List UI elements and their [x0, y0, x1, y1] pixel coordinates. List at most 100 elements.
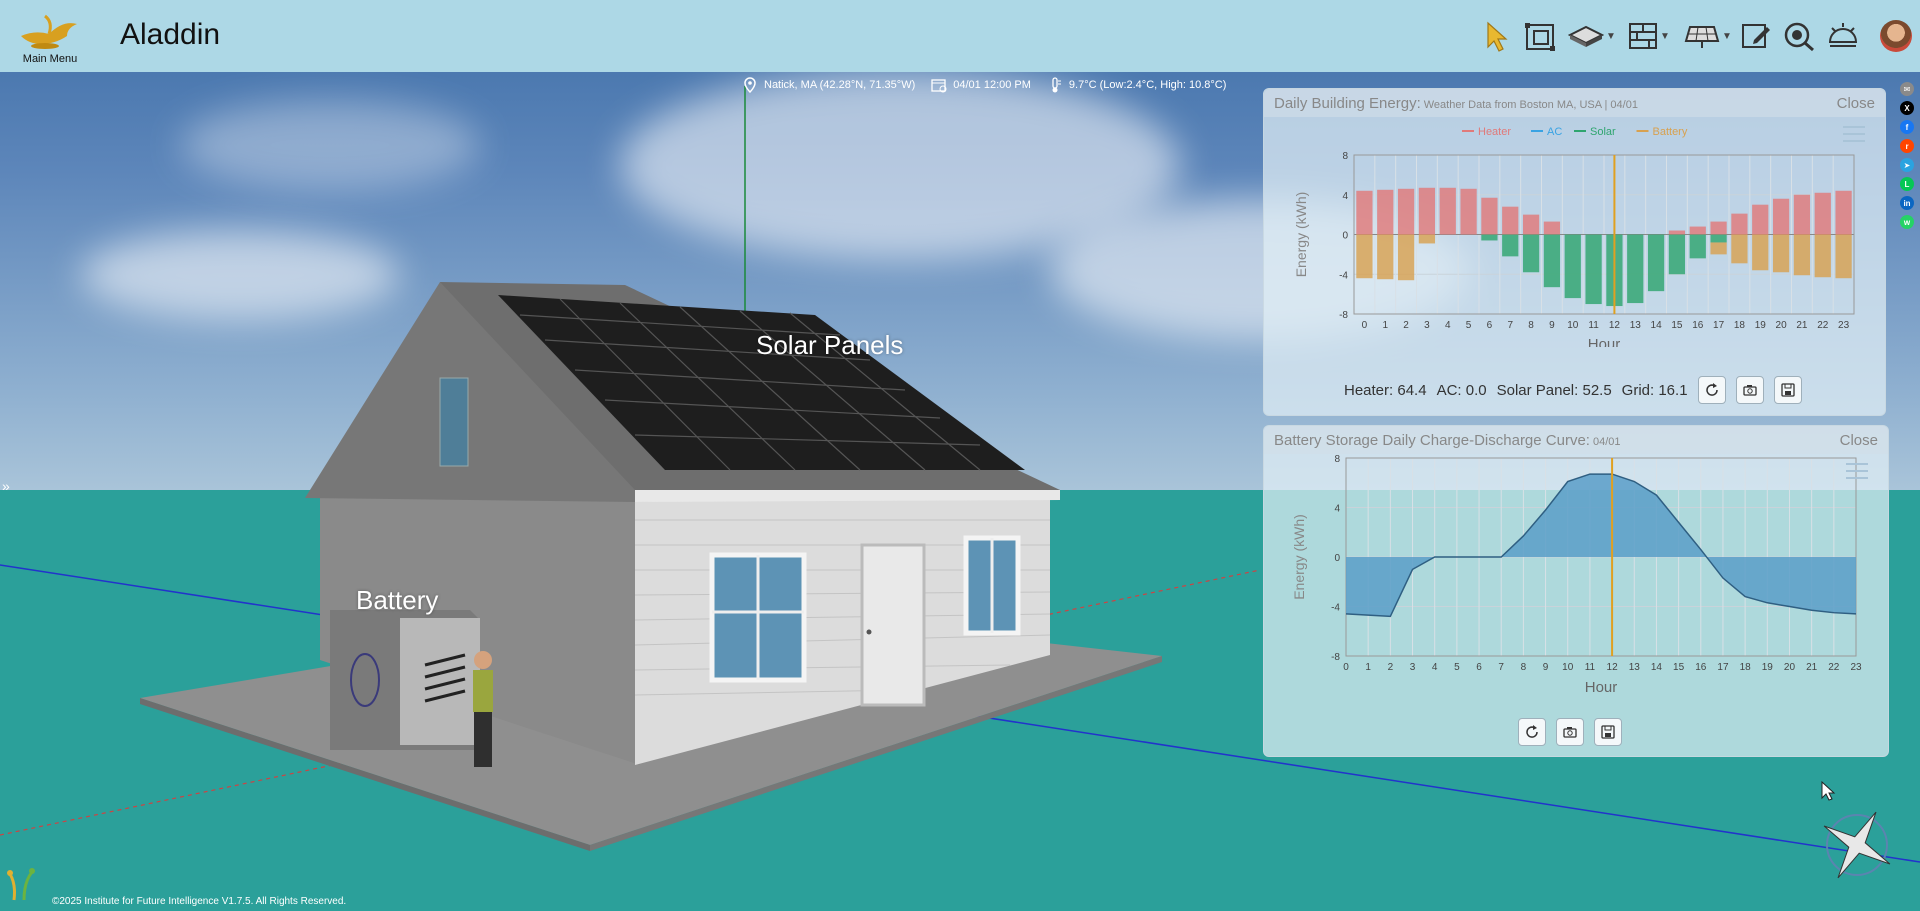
solar-panels-label: Solar Panels — [756, 330, 904, 360]
battery-side — [400, 618, 480, 745]
battery-label: Battery — [356, 585, 439, 615]
close-button[interactable]: Close — [1837, 95, 1875, 112]
refresh-button[interactable] — [1518, 718, 1546, 746]
x-tick-label: 17 — [1713, 320, 1725, 331]
screenshot-button[interactable] — [1735, 376, 1764, 404]
save-icon — [1601, 725, 1615, 739]
bar-battery — [1793, 234, 1811, 276]
email-share-icon[interactable]: ✉ — [1900, 82, 1914, 96]
temperature-text: 9.7°C (Low:2.4°C, High: 10.8°C) — [1068, 79, 1227, 91]
bar-heater — [1439, 187, 1456, 235]
x-tick-label: 20 — [1784, 662, 1796, 673]
x-tick-label: 6 — [1487, 320, 1493, 331]
refresh-icon — [1526, 725, 1538, 738]
main-menu-label: Main Menu — [22, 53, 78, 65]
ac-total: AC: 0.0 — [1436, 381, 1487, 399]
x-tick-label: 7 — [1498, 662, 1504, 673]
x-tick-label: 17 — [1717, 662, 1729, 673]
bar-heater — [1793, 194, 1811, 235]
x-tick-label: 6 — [1476, 662, 1482, 673]
facebook-share-icon[interactable]: f — [1900, 120, 1914, 134]
view-button[interactable] — [1782, 16, 1816, 56]
x-tick-label: 3 — [1410, 662, 1416, 673]
x-tick-label: 2 — [1403, 320, 1409, 331]
weather-button[interactable] — [1826, 16, 1860, 56]
resize-tool-button[interactable] — [1524, 16, 1558, 56]
y-tick-label: -4 — [1331, 603, 1340, 614]
edit-note-button[interactable] — [1740, 16, 1772, 56]
foundation-icon — [1568, 25, 1604, 47]
legend-menu-icon[interactable] — [1844, 460, 1870, 482]
select-tool-button[interactable] — [1482, 16, 1510, 56]
x-tick-label: 5 — [1454, 662, 1460, 673]
x-tick-label: 10 — [1567, 320, 1579, 331]
save-button[interactable] — [1594, 718, 1622, 746]
user-avatar[interactable] — [1880, 20, 1912, 52]
bar-heater — [1772, 198, 1790, 235]
legend-label: Battery — [1653, 126, 1688, 138]
refresh-button[interactable] — [1697, 376, 1726, 404]
bar-heater — [1522, 214, 1540, 235]
solar-panel-icon — [1684, 26, 1720, 48]
x-tick-label: 23 — [1838, 320, 1850, 331]
select-icon — [1487, 21, 1508, 52]
x-share-icon[interactable]: X — [1900, 101, 1914, 115]
bar-heater — [1356, 190, 1373, 235]
legend-label: AC — [1547, 126, 1562, 138]
top-toolbar: Main Menu Aladdin ▼ ▼ ▼ — [0, 0, 1920, 72]
telegram-share-icon[interactable]: ➤ — [1900, 158, 1914, 172]
save-button[interactable] — [1773, 376, 1802, 404]
solar-panel-tool-button[interactable]: ▼ — [1684, 16, 1732, 56]
bar-battery — [1731, 234, 1748, 264]
x-tick-label: 13 — [1629, 662, 1641, 673]
y-axis-label: Energy (kWh) — [1293, 192, 1309, 278]
chevron-down-icon[interactable]: ▼ — [1660, 31, 1670, 42]
y-tick-label: -4 — [1339, 270, 1348, 281]
reddit-share-icon[interactable]: r — [1900, 139, 1914, 153]
whatsapp-share-icon[interactable]: w — [1900, 215, 1914, 229]
bar-battery — [1377, 234, 1394, 280]
battery-button-row — [1518, 718, 1622, 746]
screenshot-button[interactable] — [1556, 718, 1584, 746]
weather-info-bar: Natick, MA (42.28°N, 71.35°W) 04/01 12:0… — [742, 74, 1226, 96]
x-tick-label: 14 — [1651, 320, 1663, 331]
mouse-cursor-icon — [1821, 780, 1836, 801]
x-tick-label: 1 — [1382, 320, 1388, 331]
bar-heater — [1481, 197, 1498, 235]
line-share-icon[interactable]: L — [1900, 177, 1914, 191]
resize-icon — [1525, 23, 1555, 51]
legend-menu-icon[interactable] — [1841, 123, 1867, 145]
x-tick-label: 18 — [1740, 662, 1752, 673]
x-tick-label: 3 — [1424, 320, 1430, 331]
wall-tool-button[interactable]: ▼ — [1628, 16, 1670, 56]
expand-panel-icon[interactable]: » — [2, 478, 10, 494]
bar-solar — [1585, 234, 1602, 305]
battery-storage-panel[interactable]: Battery Storage Daily Charge-Discharge C… — [1263, 425, 1889, 757]
thermometer-icon — [1052, 77, 1061, 93]
main-menu-button[interactable]: Main Menu — [14, 6, 86, 65]
panel-title-text: Daily Building Energy: — [1274, 95, 1421, 112]
bar-heater — [1460, 188, 1477, 235]
wall-icon — [1629, 23, 1657, 49]
linkedin-share-icon[interactable]: in — [1900, 196, 1914, 210]
daily-building-energy-panel[interactable]: Daily Building Energy: Weather Data from … — [1263, 88, 1886, 416]
bar-solar — [1710, 234, 1727, 243]
bar-heater — [1502, 206, 1519, 235]
chevron-down-icon[interactable]: ▼ — [1722, 31, 1732, 42]
x-tick-label: 2 — [1388, 662, 1394, 673]
bar-battery — [1772, 234, 1790, 273]
bar-solar — [1689, 234, 1706, 259]
close-button[interactable]: Close — [1840, 432, 1878, 449]
panel-title: Daily Building Energy: Weather Data from … — [1274, 95, 1638, 112]
bar-solar — [1564, 234, 1581, 299]
x-tick-label: 4 — [1445, 320, 1451, 331]
x-tick-label: 5 — [1466, 320, 1472, 331]
foundation-tool-button[interactable]: ▼ — [1568, 16, 1616, 56]
x-tick-label: 23 — [1850, 662, 1862, 673]
x-tick-label: 9 — [1543, 662, 1549, 673]
compass-icon — [1823, 811, 1891, 879]
x-tick-label: 16 — [1692, 320, 1704, 331]
chevron-down-icon[interactable]: ▼ — [1606, 31, 1616, 42]
x-tick-label: 12 — [1609, 320, 1621, 331]
x-tick-label: 0 — [1362, 320, 1368, 331]
